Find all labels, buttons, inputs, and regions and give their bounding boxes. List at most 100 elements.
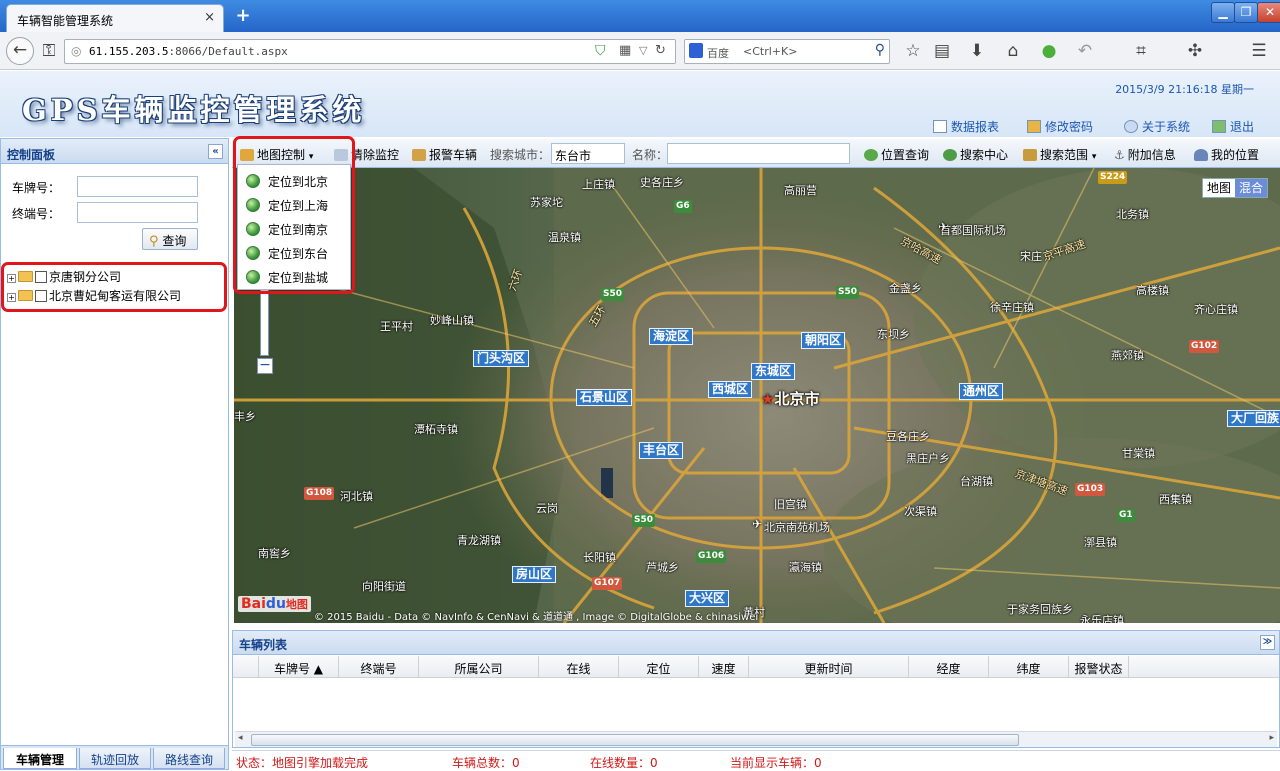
- vehicle-list-panel: 车辆列表 ≫ 车牌号 ▲ 终端号 所属公司 在线 定位 速度 更新时间 经度 纬…: [232, 630, 1280, 748]
- download-icon[interactable]: ⬇: [964, 38, 990, 64]
- place-label: 河北镇: [340, 490, 373, 503]
- tab-route-query[interactable]: 路线查询: [153, 748, 225, 769]
- control-panel-header: 控制面板 «: [1, 139, 228, 164]
- logout-link[interactable]: 退出: [1212, 118, 1254, 135]
- browser-titlebar: 车辆智能管理系统 × + ▁ ❐ ✕: [0, 0, 1280, 32]
- vehicle-table-header: 车牌号 ▲ 终端号 所属公司 在线 定位 速度 更新时间 经度 纬度 报警状态: [233, 656, 1279, 678]
- horizontal-scrollbar[interactable]: ◂ ▸: [235, 731, 1277, 747]
- alarm-icon: [412, 149, 426, 161]
- column-online[interactable]: 在线: [539, 656, 619, 678]
- place-label: 高丽营: [784, 184, 817, 197]
- collapse-left-icon[interactable]: «: [208, 144, 223, 159]
- column-company[interactable]: 所属公司: [419, 656, 539, 678]
- star-icon[interactable]: ☆: [900, 38, 926, 64]
- capital-star-icon: ★: [761, 390, 775, 408]
- scroll-right-icon[interactable]: ▸: [1269, 733, 1274, 743]
- exit-icon: [1212, 120, 1226, 133]
- window-close-button[interactable]: ✕: [1257, 2, 1280, 23]
- column-update-time[interactable]: 更新时间: [749, 656, 909, 678]
- new-tab-button[interactable]: +: [232, 5, 254, 27]
- map-type-normal[interactable]: 地图: [1203, 179, 1235, 197]
- column-plate[interactable]: 车牌号 ▲: [259, 656, 339, 678]
- search-city-input[interactable]: 东台市: [551, 143, 625, 164]
- plate-input[interactable]: [77, 176, 198, 197]
- password-icon: [1027, 120, 1041, 133]
- place-label: 丰乡: [234, 410, 256, 423]
- control-panel: 控制面板 « 车牌号： 终端号： ⚲ 查询 + 京唐钢分公司 + 北京曹妃甸客运有限…: [0, 138, 229, 770]
- zoom-out-button[interactable]: −: [257, 358, 273, 374]
- shield-check-icon[interactable]: ⛉: [595, 43, 606, 59]
- column-latitude[interactable]: 纬度: [989, 656, 1069, 678]
- back-arrow-icon[interactable]: ←: [6, 37, 34, 65]
- column-positioning[interactable]: 定位: [619, 656, 699, 678]
- place-label: 豆各庄乡: [886, 430, 930, 443]
- place-label: 妙峰山镇: [430, 314, 474, 327]
- place-label: 北京南苑机场: [764, 521, 830, 534]
- browser-tab[interactable]: 车辆智能管理系统 ×: [6, 4, 224, 32]
- tab-track-playback[interactable]: 轨迹回放: [79, 748, 151, 769]
- tab-vehicle-management[interactable]: 车辆管理: [3, 748, 77, 769]
- change-password-link[interactable]: 修改密码: [1027, 118, 1093, 135]
- terminal-input[interactable]: [77, 202, 198, 223]
- position-query-button[interactable]: 位置查询: [864, 146, 929, 163]
- left-panel-tabs: 车辆管理 轨迹回放 路线查询: [1, 745, 228, 769]
- extension-icon[interactable]: ✣: [1182, 38, 1208, 64]
- district-label: 丰台区: [639, 442, 684, 459]
- map-type-hybrid[interactable]: 混合: [1234, 179, 1267, 197]
- ruler-icon: [1023, 149, 1037, 161]
- road-shield: S50: [601, 288, 625, 301]
- place-label: 向阳街道: [362, 580, 406, 593]
- place-label: 北务镇: [1116, 208, 1149, 221]
- collapse-down-icon[interactable]: ≫: [1260, 635, 1275, 650]
- baidu-paw-icon: [689, 43, 703, 58]
- tab-close-icon[interactable]: ×: [204, 10, 215, 25]
- road-shield: G6: [674, 200, 692, 213]
- district-label: 东城区: [751, 363, 796, 380]
- query-button[interactable]: ⚲ 查询: [142, 228, 198, 250]
- reload-icon[interactable]: ↻: [655, 43, 666, 58]
- district-label: 房山区: [512, 566, 557, 583]
- zoom-slider[interactable]: [260, 286, 269, 356]
- qrcode-icon[interactable]: ▦: [619, 43, 631, 58]
- airport-icon: ✈: [752, 517, 763, 531]
- alarm-vehicle-button[interactable]: 报警车辆: [412, 146, 477, 163]
- scrollbar-thumb[interactable]: [251, 734, 1019, 746]
- browser-navbar: ← ⚿ ◎ 61.155.203.5:8066/Default.aspx ⛉ ▦…: [0, 32, 1280, 70]
- district-label: 石景山区: [576, 389, 633, 406]
- map-view[interactable]: 海淀区 朝阳区 门头沟区 东城区 西城区 石景山区 通州区 丰台区 房山区 大兴…: [234, 168, 1280, 623]
- undo-icon[interactable]: ↶: [1072, 38, 1098, 64]
- home-icon[interactable]: ⌂: [1000, 38, 1026, 64]
- reports-link[interactable]: 数据报表: [933, 118, 999, 135]
- extra-info-button[interactable]: ⚓ 附加信息: [1114, 146, 1176, 163]
- search-icon[interactable]: ⚲: [875, 42, 885, 58]
- dropdown-arrow-icon[interactable]: ▽: [639, 44, 647, 57]
- district-label: 门头沟区: [473, 350, 530, 367]
- report-icon: [933, 120, 947, 133]
- chat-icon[interactable]: ●: [1036, 38, 1062, 64]
- menu-icon[interactable]: ☰: [1246, 38, 1272, 64]
- place-label: 首都国际机场: [940, 224, 1006, 237]
- minimize-button[interactable]: ▁: [1211, 2, 1235, 23]
- name-input[interactable]: [667, 143, 850, 164]
- crop-icon[interactable]: ⌗: [1128, 38, 1154, 64]
- scroll-left-icon[interactable]: ◂: [238, 733, 243, 743]
- key-icon[interactable]: ⚿: [36, 38, 62, 64]
- info-icon: [1124, 120, 1138, 133]
- column-longitude[interactable]: 经度: [909, 656, 989, 678]
- place-label: 燕郊镇: [1111, 349, 1144, 362]
- reading-list-icon[interactable]: ▤: [929, 38, 955, 64]
- column-terminal[interactable]: 终端号: [339, 656, 419, 678]
- map-type-switch[interactable]: 地图 混合: [1201, 178, 1268, 198]
- search-center-button[interactable]: 搜索中心: [943, 146, 1008, 163]
- column-speed[interactable]: 速度: [699, 656, 749, 678]
- status-online-count: 在线数量：0: [590, 756, 658, 770]
- row-number-header: [233, 656, 259, 678]
- about-link[interactable]: 关于系统: [1124, 118, 1190, 135]
- address-bar[interactable]: ◎ 61.155.203.5:8066/Default.aspx ⛉ ▦ ▽ ↻: [64, 39, 676, 64]
- maximize-button[interactable]: ❐: [1234, 2, 1258, 23]
- column-alarm-status[interactable]: 报警状态: [1069, 656, 1129, 678]
- search-box[interactable]: 百度 <Ctrl+K> ⚲: [684, 39, 890, 64]
- search-range-menu[interactable]: 搜索范围 ▾: [1023, 146, 1096, 163]
- anchor-icon: ⚓: [1114, 148, 1125, 162]
- my-location-button[interactable]: 我的位置: [1194, 146, 1259, 163]
